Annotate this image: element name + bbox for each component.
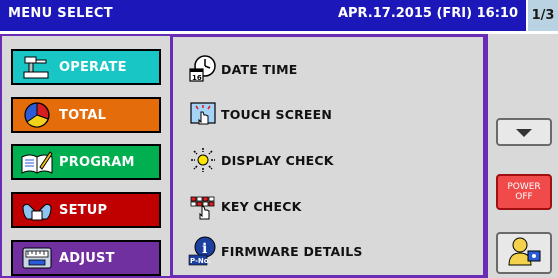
sidebar-item-adjust[interactable]: ADJUST — [11, 240, 161, 276]
header-bar: MENU SELECT APR.17.2015 (FRI) 16:10 — [0, 0, 526, 31]
power-off-button[interactable]: POWER OFF — [496, 174, 552, 210]
operate-icon — [19, 53, 55, 81]
sidebar-item-label: TOTAL — [59, 107, 107, 123]
menu-item-label: DISPLAY CHECK — [221, 152, 334, 168]
clock-calendar-icon: 16 — [187, 55, 219, 83]
right-panel: POWER OFF — [486, 34, 558, 278]
sidebar-item-program[interactable]: PROGRAM — [11, 144, 161, 180]
menu-item-display-check[interactable]: DISPLAY CHECK — [187, 145, 334, 175]
sidebar-item-label: ADJUST — [59, 250, 115, 266]
pie-chart-icon — [19, 101, 55, 129]
user-icon — [506, 235, 542, 271]
user-button[interactable] — [496, 232, 552, 274]
key-check-icon — [187, 192, 219, 220]
info-icon: i P-No. — [187, 236, 219, 266]
svg-text:i: i — [202, 241, 207, 257]
menu-item-key-check[interactable]: KEY CHECK — [187, 191, 301, 221]
menu-item-label: FIRMWARE DETAILS — [221, 243, 363, 259]
power-label-line2: OFF — [515, 192, 533, 202]
datetime-display: APR.17.2015 (FRI) 16:10 — [337, 6, 518, 21]
sidebar: OPERATE TOTAL PROGRAM SETUP ADJUST — [0, 34, 170, 278]
page-title: MENU SELECT — [8, 6, 113, 21]
sidebar-item-setup[interactable]: SETUP — [11, 192, 161, 228]
sidebar-item-label: OPERATE — [59, 59, 127, 75]
menu-item-label: KEY CHECK — [221, 198, 302, 214]
scroll-down-button[interactable] — [496, 118, 552, 146]
page-indicator: 1/3 — [526, 0, 558, 31]
svg-text:16: 16 — [192, 74, 202, 82]
menu-item-firmware-details[interactable]: i P-No. FIRMWARE DETAILS — [187, 236, 363, 266]
adjust-scale-icon — [19, 244, 55, 272]
setup-hands-icon — [19, 196, 55, 224]
book-pencil-icon — [19, 148, 55, 176]
sidebar-item-label: SETUP — [59, 202, 108, 218]
touch-screen-icon — [187, 100, 219, 128]
main-menu-panel: 16 DATE TIME TOUCH SCREEN DISPLAY CHECK … — [170, 34, 486, 278]
menu-item-label: DATE TIME — [221, 61, 298, 77]
sidebar-item-total[interactable]: TOTAL — [11, 97, 161, 133]
sidebar-item-label: PROGRAM — [59, 154, 135, 170]
sidebar-item-operate[interactable]: OPERATE — [11, 49, 161, 85]
down-arrow-icon — [515, 123, 533, 142]
firmware-pno-label: P-No. — [190, 257, 211, 265]
menu-item-date-time[interactable]: 16 DATE TIME — [187, 54, 297, 84]
sun-icon — [187, 146, 219, 174]
power-label-line1: POWER — [507, 182, 541, 192]
menu-item-label: TOUCH SCREEN — [221, 106, 333, 122]
menu-item-touch-screen[interactable]: TOUCH SCREEN — [187, 99, 332, 129]
